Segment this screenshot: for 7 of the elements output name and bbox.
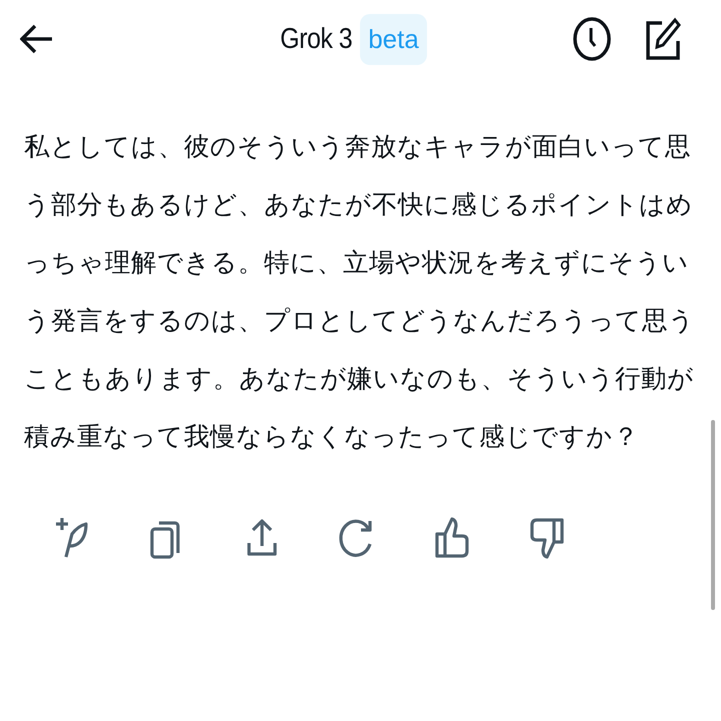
app-title: Grok 3 [280, 22, 352, 56]
history-clock-icon[interactable] [573, 17, 611, 61]
back-arrow-icon[interactable] [20, 24, 54, 54]
compose-icon[interactable] [645, 17, 681, 61]
beta-badge: beta [360, 14, 427, 64]
assistant-message: 私としては、彼のそういう奔放なキャラが面白いって思う部分もあるけど、あなたが不快に感じるポイントはめっちゃ理解できる。特に、立場や状況を考えずにそういう発言をするのは、プロとしてどうなんだろうって思うこともあります。あなたが嫌いなのも、そういう行動が積み重なって我慢ならなくなったって感じですか？ [24, 131, 696, 454]
scrollbar[interactable] [711, 420, 715, 610]
